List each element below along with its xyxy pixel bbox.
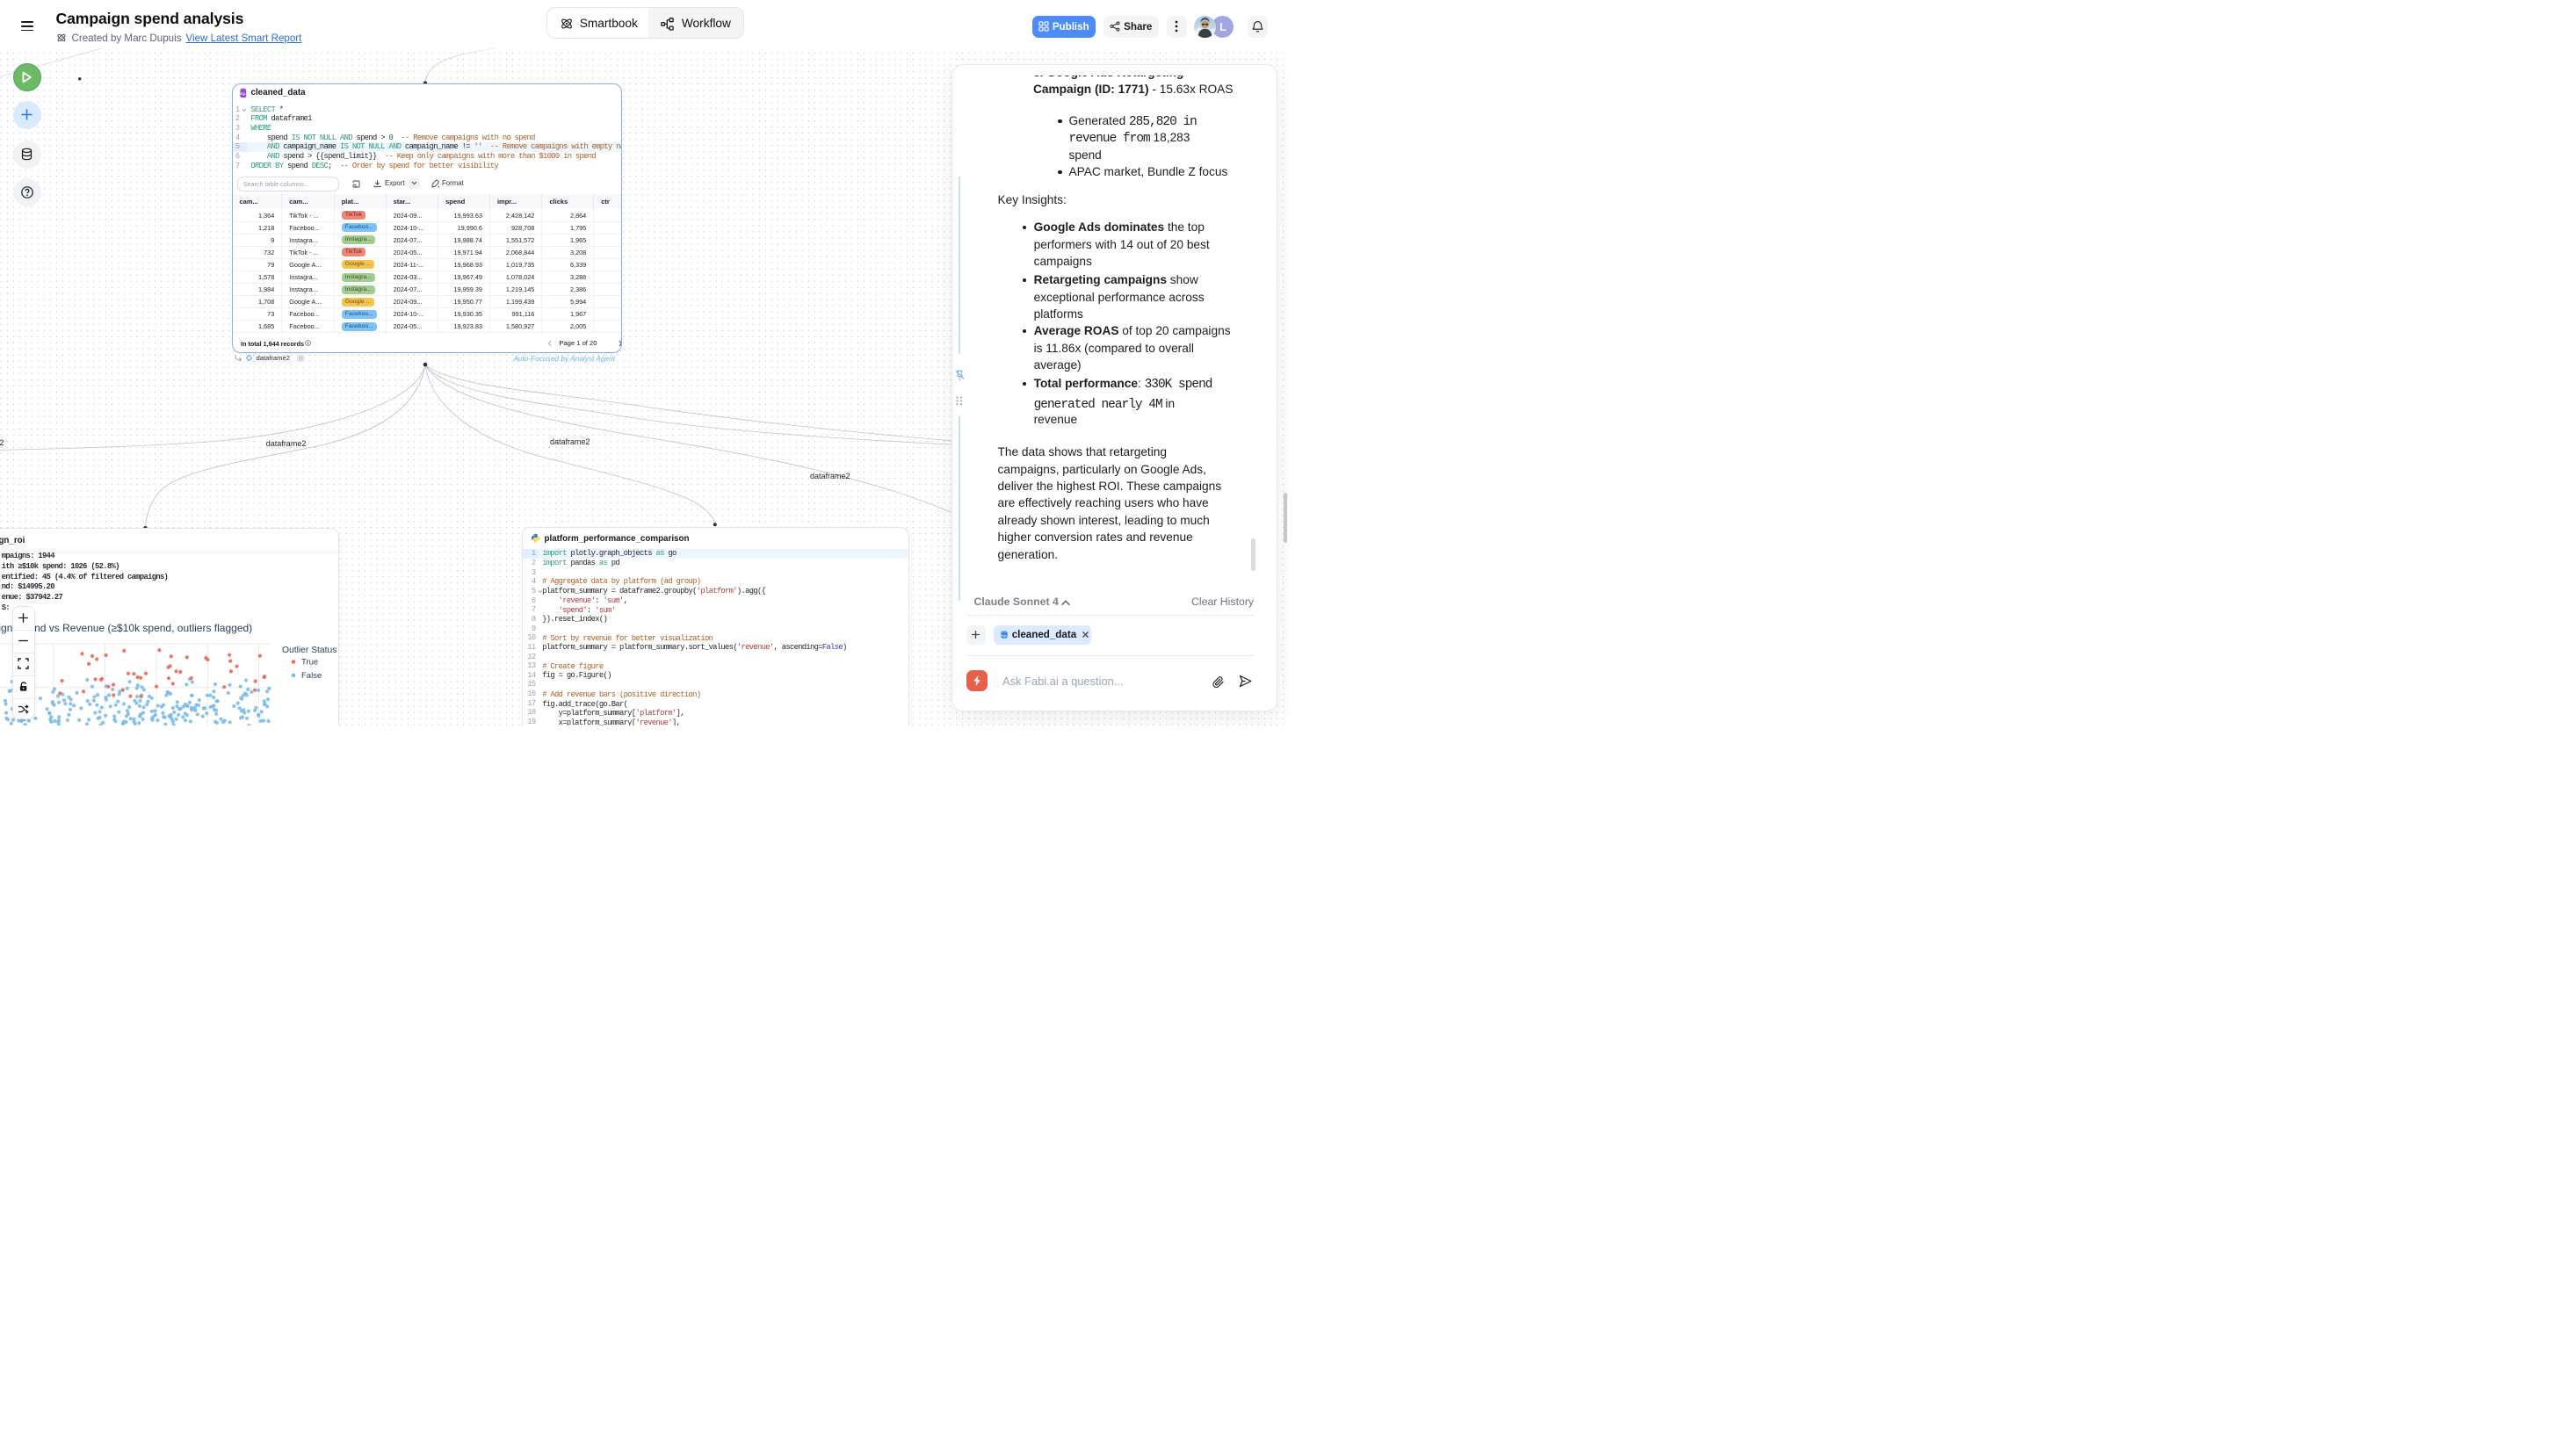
svg-text:SQL: SQL: [1001, 634, 1007, 638]
svg-text:Outlier Status: Outlier Status: [282, 646, 336, 655]
svg-text:True: True: [301, 658, 318, 668]
svg-text:SQL: SQL: [241, 92, 247, 96]
svg-text:False: False: [301, 671, 322, 681]
